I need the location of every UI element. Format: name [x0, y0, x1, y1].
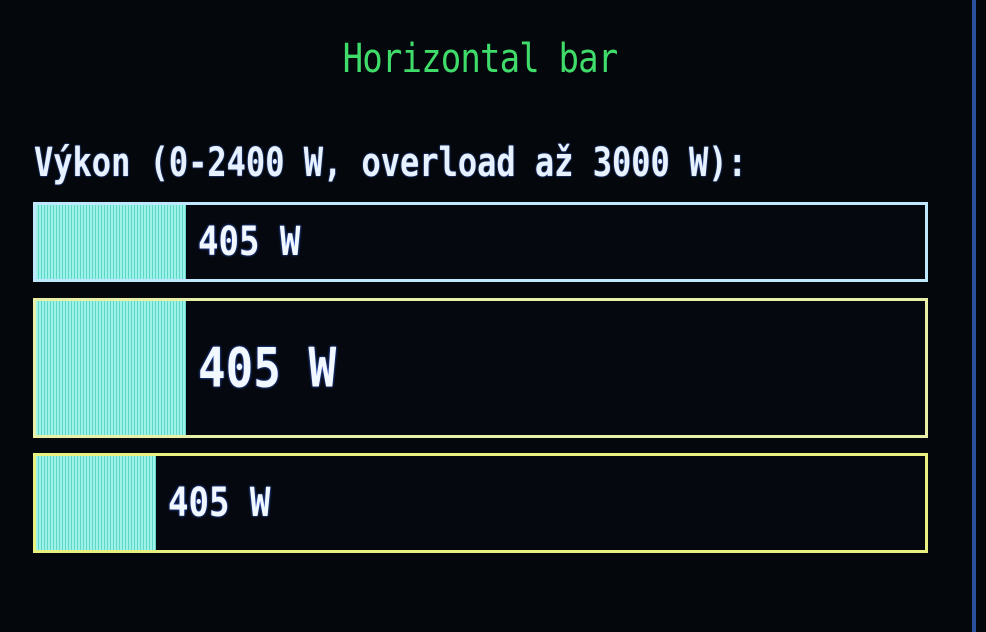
bar-fill — [36, 301, 186, 435]
screen-edge — [972, 0, 976, 632]
bar-value: 405 W — [198, 336, 337, 400]
power-bar-1: 405 W — [33, 202, 928, 282]
bar-fill — [36, 205, 186, 279]
power-bar-2: 405 W — [33, 298, 928, 438]
bar-value: 405 W — [168, 480, 271, 526]
bar-value: 405 W — [198, 219, 301, 265]
power-bar-3: 405 W — [33, 453, 928, 553]
bar-fill — [36, 456, 156, 550]
page-title: Horizontal bar — [342, 36, 619, 82]
power-label: Výkon (0-2400 W, overload až 3000 W): — [34, 140, 747, 186]
